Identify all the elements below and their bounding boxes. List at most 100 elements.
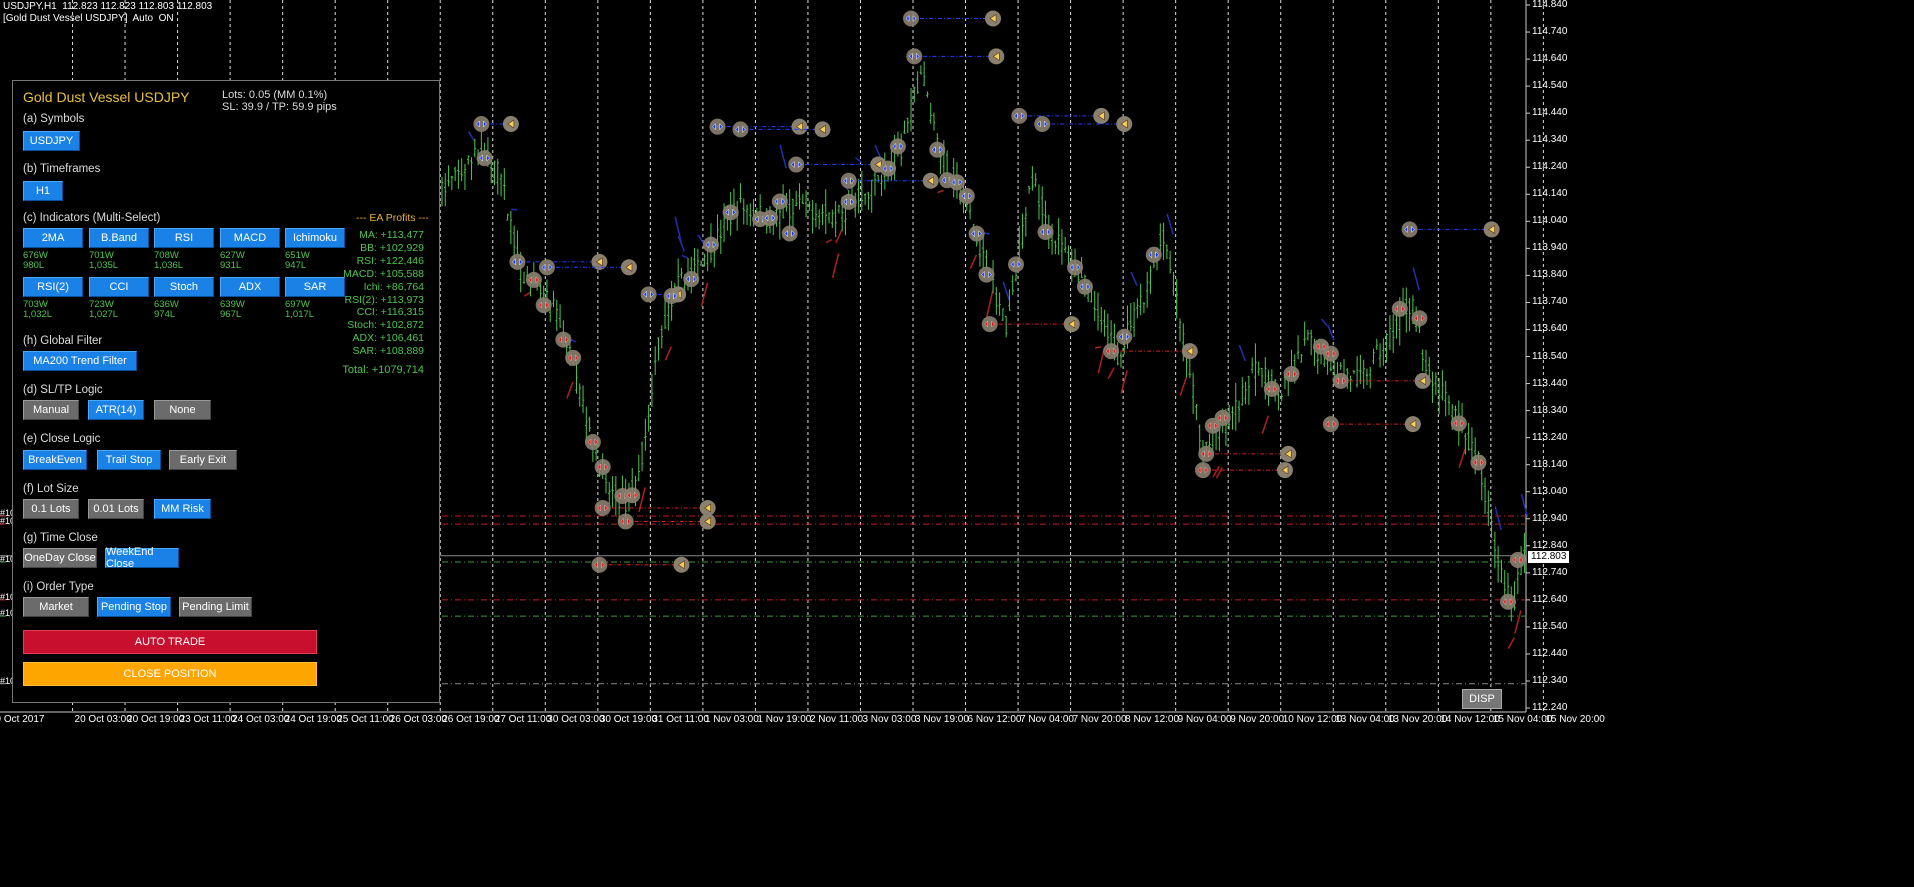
close-logic-early-exit-button[interactable]: Early Exit [169, 450, 237, 470]
time-tick-label: 3 Nov 03:00 [862, 714, 917, 725]
indicator-2ma-button[interactable]: 2MA [23, 228, 83, 248]
buy-signal-marker [683, 271, 700, 288]
sell-signal-marker [525, 271, 542, 288]
buy-entry-marker [732, 121, 749, 138]
marker-circle [1391, 300, 1408, 317]
marker-circle [1263, 380, 1280, 397]
sell-entry-marker [594, 499, 611, 516]
buy-entry-marker [1401, 221, 1418, 238]
time-tick-label: 20 Oct 03:00 [74, 714, 132, 725]
sell-entry-marker [591, 556, 608, 573]
indicator-dash [681, 254, 689, 259]
indicator-losses: 1,032L [23, 309, 53, 320]
ea-profits-title: --- EA Profits --- [356, 212, 429, 224]
price-tick-label: 114.340 [1532, 134, 1568, 146]
indicator-rsi-button[interactable]: RSI [154, 228, 214, 248]
sltp-logic-manual-button[interactable]: Manual [23, 400, 79, 420]
indicator-losses: 1,036L [154, 260, 184, 271]
marker-circle [889, 138, 906, 155]
marker-circle [663, 287, 680, 304]
disp-button[interactable]: DISP [1462, 689, 1502, 709]
lot-size-0-01-lots-button[interactable]: 0.01 Lots [88, 499, 144, 519]
sell-signal-marker [1214, 409, 1231, 426]
indicator-bband-button[interactable]: B.Band [89, 228, 149, 248]
buy-entry-marker [788, 156, 805, 173]
buy-signal-marker [958, 188, 975, 205]
time-close-oneday-close-button[interactable]: OneDay Close [23, 548, 97, 568]
indicator-sar-button[interactable]: SAR [285, 277, 345, 297]
ma200-trend-filter-button[interactable]: MA200 Trend Filter [23, 351, 137, 371]
indicator-ichimoku-button[interactable]: Ichimoku [285, 228, 345, 248]
close-position-button[interactable]: CLOSE POSITION [23, 662, 317, 686]
indicator-dash [1412, 267, 1420, 291]
marker-circle [1034, 115, 1051, 132]
indicators-label: (c) Indicators (Multi-Select) [23, 212, 161, 224]
indicator-dash [825, 238, 833, 244]
ea-profit-line: ADX: +106,461 [352, 332, 424, 345]
time-tick-label: 13 Nov 20:00 [1387, 714, 1448, 725]
marker-circle [509, 253, 526, 270]
indicator-dash [1120, 370, 1128, 394]
buy-entry-marker [473, 115, 490, 132]
timeframe-h1-button[interactable]: H1 [23, 181, 63, 201]
time-close-weekend-close-button[interactable]: WeekEnd Close [105, 546, 179, 570]
ea-profit-line: BB: +102,929 [360, 241, 424, 254]
buy-signal-marker [948, 174, 965, 191]
symbol-usdjpy-button[interactable]: USDJPY [23, 131, 80, 151]
indicator-dash [1507, 637, 1515, 649]
marker-circle [1411, 310, 1428, 327]
price-tick-label: 114.740 [1532, 26, 1568, 38]
close-logic-breakeven-button[interactable]: BreakEven [23, 450, 87, 470]
buy-signal-marker [476, 150, 493, 167]
lot-size-label: (f) Lot Size [23, 483, 79, 495]
time-tick-label: 30 Oct 03:00 [547, 714, 605, 725]
time-tick-label: 15 Nov 20:00 [1545, 714, 1605, 725]
indicator-cci-button[interactable]: CCI [89, 277, 149, 297]
order-type-pending-stop-button[interactable]: Pending Stop [97, 597, 171, 617]
sltp-logic-atr-14--button[interactable]: ATR(14) [88, 400, 144, 420]
sltp-logic-none-button[interactable]: None [154, 400, 211, 420]
time-tick-label: 31 Oct 11:00 [652, 714, 709, 725]
buy-signal-marker [1145, 246, 1162, 263]
indicator-dash [969, 254, 978, 269]
indicator-stoch-button[interactable]: Stoch [154, 277, 214, 297]
marker-circle [538, 259, 555, 276]
order-type-market-button[interactable]: Market [23, 597, 89, 617]
time-tick-label: 7 Nov 04:00 [1020, 714, 1074, 725]
order-type-pending-limit-button[interactable]: Pending Limit [179, 597, 252, 617]
marker-circle [709, 118, 726, 135]
symbols-label: (a) Symbols [23, 113, 85, 125]
price-tick-label: 113.340 [1532, 404, 1568, 416]
time-tick-label: 10 Nov 12:00 [1282, 714, 1343, 725]
indicator-rsi2-button[interactable]: RSI(2) [23, 277, 83, 297]
lot-size-0-1-lots-button[interactable]: 0.1 Lots [23, 499, 79, 519]
buy-signal-marker [1076, 278, 1093, 295]
marker-circle [788, 156, 805, 173]
close-logic-trail-stop-button[interactable]: Trail Stop [97, 450, 161, 470]
marker-circle [525, 271, 542, 288]
indicator-macd-button[interactable]: MACD [220, 228, 280, 248]
indicator-dash [779, 144, 787, 169]
marker-circle [1067, 259, 1084, 276]
close-logic-label: (e) Close Logic [23, 433, 101, 445]
close-marker [502, 115, 519, 132]
sell-entry-marker [1103, 343, 1120, 360]
auto-trade-button[interactable]: AUTO TRADE [23, 630, 317, 654]
indicator-dash [831, 253, 840, 279]
sell-entry-marker [617, 513, 634, 530]
indicator-dash [566, 381, 574, 399]
lot-size-mm-risk-button[interactable]: MM Risk [154, 499, 211, 519]
buy-signal-marker [1008, 256, 1024, 273]
buy-signal-marker [771, 193, 788, 210]
sell-signal-marker [1283, 366, 1300, 383]
indicator-adx-button[interactable]: ADX [220, 277, 280, 297]
price-tick-label: 113.840 [1532, 269, 1568, 281]
marker-circle [1008, 256, 1024, 273]
close-marker [1404, 416, 1421, 433]
buy-entry-marker [538, 259, 555, 276]
close-marker [699, 513, 716, 530]
marker-circle [594, 499, 611, 516]
close-marker [791, 118, 808, 135]
buy-signal-marker [702, 236, 719, 253]
time-tick-label: 27 Oct 11:00 [494, 714, 552, 725]
